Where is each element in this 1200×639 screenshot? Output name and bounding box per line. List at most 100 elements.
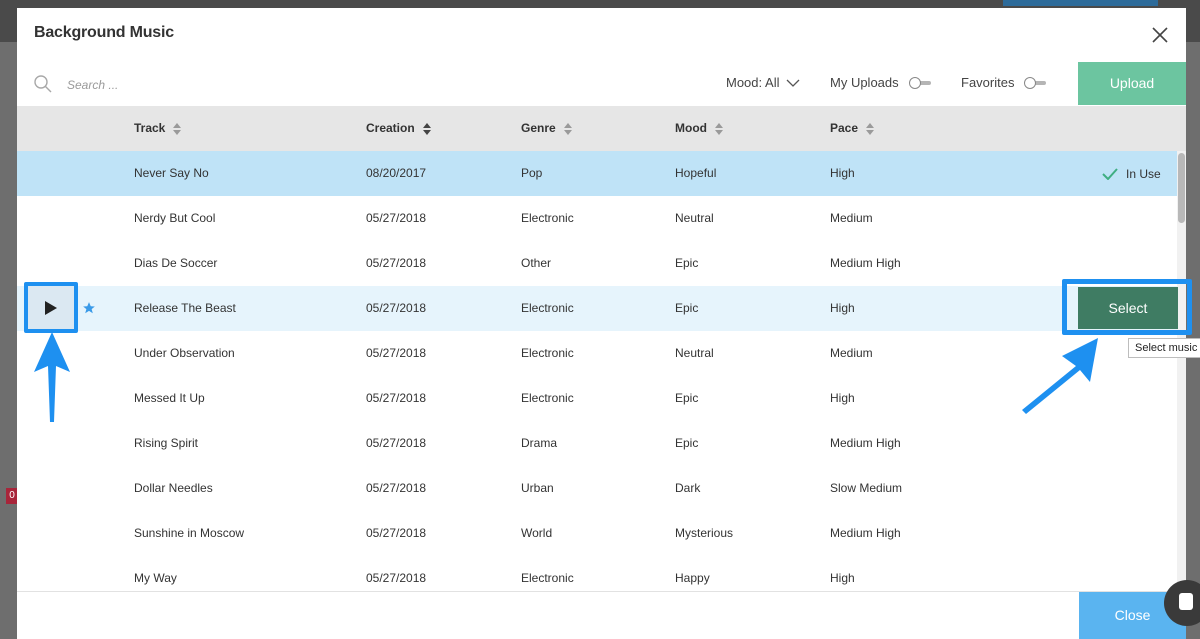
genre: Urban <box>521 481 554 495</box>
footer-divider <box>17 591 1186 592</box>
upload-button[interactable]: Upload <box>1078 62 1186 105</box>
mood: Happy <box>675 571 710 585</box>
genre: World <box>521 526 553 540</box>
table-header: Track Creation Genre Mood Pace <box>17 106 1186 151</box>
pace: Slow Medium <box>830 481 903 495</box>
arrow-pointer-icon <box>34 332 70 422</box>
pace: High <box>830 391 855 405</box>
table-row-hovered[interactable]: Release The Beast 05/27/2018 Electronic … <box>17 286 1177 331</box>
chat-icon <box>1179 593 1193 610</box>
genre: Electronic <box>521 571 574 585</box>
pace: Medium <box>830 346 873 360</box>
mood: Neutral <box>675 211 714 225</box>
vertical-scrollbar[interactable] <box>1177 151 1186 591</box>
column-header-genre[interactable]: Genre <box>521 106 572 151</box>
mood-filter-label: Mood: All <box>726 75 780 90</box>
column-header-label: Creation <box>366 121 415 135</box>
creation-date: 05/27/2018 <box>366 436 427 450</box>
arrow-pointer-icon <box>1022 338 1098 414</box>
table-row[interactable]: Dias De Soccer 05/27/2018 Other Epic Med… <box>17 241 1177 286</box>
mood: Epic <box>675 391 699 405</box>
mood: Dark <box>675 481 701 495</box>
genre: Electronic <box>521 391 574 405</box>
creation-date: 05/27/2018 <box>366 481 427 495</box>
pace: High <box>830 166 855 180</box>
table-row[interactable]: Under Observation 05/27/2018 Electronic … <box>17 331 1177 376</box>
check-icon <box>1102 167 1118 180</box>
my-uploads-filter: My Uploads <box>830 75 931 90</box>
favorites-toggle[interactable] <box>1024 76 1047 89</box>
mood: Neutral <box>675 346 714 360</box>
genre: Other <box>521 256 552 270</box>
creation-date: 05/27/2018 <box>366 526 427 540</box>
table-row[interactable]: Rising Spirit 05/27/2018 Drama Epic Medi… <box>17 421 1177 466</box>
mood: Hopeful <box>675 166 717 180</box>
column-header-label: Genre <box>521 121 556 135</box>
pace: High <box>830 571 855 585</box>
creation-date: 05/27/2018 <box>366 391 427 405</box>
creation-date: 05/27/2018 <box>366 211 427 225</box>
search-input[interactable] <box>65 74 269 96</box>
column-header-mood[interactable]: Mood <box>675 106 723 151</box>
genre: Electronic <box>521 301 574 315</box>
creation-date: 05/27/2018 <box>366 256 427 270</box>
background-music-modal: Background Music Mood: All My Uploads Fa… <box>17 8 1186 639</box>
pace: High <box>830 301 855 315</box>
track-name: Under Observation <box>134 346 235 360</box>
creation-date: 05/27/2018 <box>366 346 427 360</box>
track-name: Rising Spirit <box>134 436 199 450</box>
column-header-label: Pace <box>830 121 859 135</box>
table-row[interactable]: Nerdy But Cool 05/27/2018 Electronic Neu… <box>17 196 1177 241</box>
mood: Epic <box>675 436 699 450</box>
mood: Mysterious <box>675 526 734 540</box>
creation-date: 05/27/2018 <box>366 571 427 585</box>
track-name: Never Say No <box>134 166 209 180</box>
column-header-track[interactable]: Track <box>134 106 182 151</box>
in-use-label: In Use <box>1126 166 1161 181</box>
pace: Medium High <box>830 436 901 450</box>
sort-icon <box>422 122 431 135</box>
sort-icon <box>866 122 875 135</box>
column-header-label: Mood <box>675 121 707 135</box>
select-tooltip: Select music <box>1128 338 1200 358</box>
track-list: Never Say No 08/20/2017 Pop Hopeful High… <box>17 151 1177 591</box>
mood-filter-dropdown[interactable]: Mood: All <box>726 75 801 90</box>
genre: Drama <box>521 436 558 450</box>
table-row[interactable]: Dollar Needles 05/27/2018 Urban Dark Slo… <box>17 466 1177 511</box>
creation-date: 05/27/2018 <box>366 301 427 315</box>
pace: Medium High <box>830 526 901 540</box>
table-row[interactable]: Never Say No 08/20/2017 Pop Hopeful High… <box>17 151 1177 196</box>
track-name: Nerdy But Cool <box>134 211 216 225</box>
genre: Electronic <box>521 211 574 225</box>
my-uploads-toggle[interactable] <box>908 76 931 89</box>
my-uploads-label: My Uploads <box>830 75 899 90</box>
genre: Electronic <box>521 346 574 360</box>
play-icon <box>45 301 57 315</box>
mood: Epic <box>675 256 699 270</box>
track-name: My Way <box>134 571 177 585</box>
select-button[interactable]: Select <box>1078 287 1178 329</box>
creation-date: 08/20/2017 <box>366 166 427 180</box>
scrollbar-thumb[interactable] <box>1178 153 1185 223</box>
track-name: Release The Beast <box>134 301 236 315</box>
track-name: Dias De Soccer <box>134 256 218 270</box>
pace: Medium High <box>830 256 901 270</box>
favorites-label: Favorites <box>961 75 1015 90</box>
column-header-pace[interactable]: Pace <box>830 106 875 151</box>
column-header-label: Track <box>134 121 166 135</box>
table-row[interactable]: Sunshine in Moscow 05/27/2018 World Myst… <box>17 511 1177 556</box>
table-row[interactable]: My Way 05/27/2018 Electronic Happy High <box>17 556 1177 591</box>
track-name: Dollar Needles <box>134 481 213 495</box>
close-icon[interactable] <box>1149 24 1171 46</box>
modal-title: Background Music <box>34 24 174 41</box>
sort-icon <box>563 122 572 135</box>
sort-icon <box>173 122 182 135</box>
table-row[interactable]: Messed It Up 05/27/2018 Electronic Epic … <box>17 376 1177 421</box>
play-button[interactable] <box>24 282 78 333</box>
in-use-status: In Use <box>1102 151 1161 196</box>
star-icon[interactable] <box>82 301 96 315</box>
column-header-creation[interactable]: Creation <box>366 106 431 151</box>
chevron-down-icon <box>787 79 800 87</box>
background-topbar-button <box>1003 0 1158 6</box>
pace: Medium <box>830 211 873 225</box>
